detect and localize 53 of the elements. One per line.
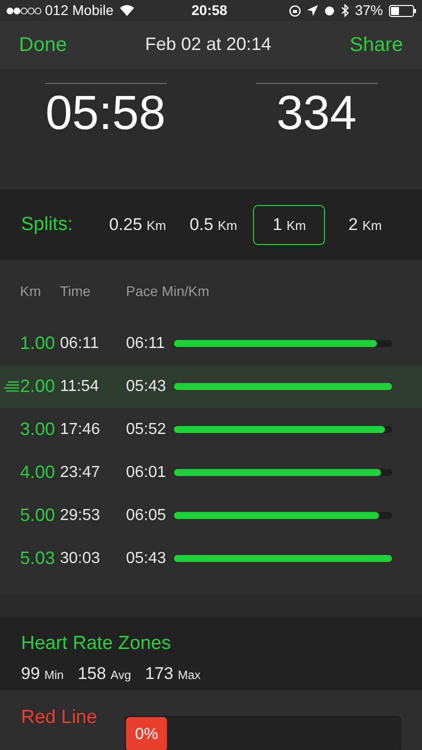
time-value: 11:54 — [60, 376, 100, 397]
pace-value: 06:05 — [126, 506, 168, 526]
location-icon — [306, 5, 318, 16]
battery-percent: 37% — [354, 1, 383, 20]
time-value: 30:03 — [60, 548, 102, 569]
split-row[interactable]: 2.00 11:54 05:43 — [0, 365, 422, 408]
split-row[interactable]: 5.00 29:53 06:05 — [0, 494, 422, 538]
zone-percent: 0% — [126, 717, 168, 750]
lines-icon — [4, 381, 19, 392]
time-value: 23:47 — [60, 462, 102, 483]
pace-value: 06:11 — [126, 334, 166, 354]
split-row[interactable]: 5.03 30:03 05:43 — [0, 537, 422, 580]
clock-time: 20:58 — [192, 1, 228, 20]
stat-value: 05:58 — [45, 90, 166, 138]
km-value: 1.00 — [20, 332, 56, 356]
km-value: 3.00 — [20, 418, 56, 442]
pace-value: 06:01 — [126, 462, 168, 483]
heart-rate-stat: 158 Avg — [78, 662, 132, 685]
split-option[interactable]: 1 Km — [253, 204, 326, 245]
column-header: Pace Min/Km — [126, 282, 210, 301]
carrier-name: 012 Mobile — [45, 1, 114, 20]
split-row[interactable]: 1.00 06:11 06:11 — [0, 322, 422, 366]
split-row[interactable]: 4.00 23:47 06:01 — [0, 451, 422, 494]
km-value: 5.03 — [20, 547, 56, 570]
rotation-lock-icon — [288, 4, 301, 16]
section-title: Heart Rate Zones — [21, 632, 172, 656]
km-value: 5.00 — [20, 504, 56, 528]
signal-icon — [6, 6, 42, 14]
split-option[interactable]: 2 Km — [329, 204, 402, 245]
km-value: 2.00 — [20, 375, 56, 398]
stat-value: 334 — [276, 90, 357, 138]
split-row[interactable]: 3.00 17:46 05:52 — [0, 408, 422, 452]
split-option[interactable]: 0.25 Km — [102, 204, 174, 245]
pace-value: 05:43 — [126, 376, 168, 397]
nav-title: Feb 02 at 20:14 — [144, 33, 272, 56]
share-button[interactable]: Share — [350, 30, 403, 60]
time-value: 29:53 — [60, 506, 102, 526]
zone-name: Red Line — [21, 706, 98, 730]
heart-rate-stat: 173 Max — [145, 662, 201, 685]
wifi-icon — [120, 5, 134, 16]
split-option[interactable]: 0.5 Km — [178, 204, 250, 245]
time-value: 17:46 — [60, 420, 102, 440]
time-value: 06:11 — [60, 334, 100, 354]
km-value: 4.00 — [20, 461, 56, 484]
battery-icon — [389, 4, 416, 16]
bluetooth-icon — [340, 4, 349, 17]
column-header: Time — [60, 282, 92, 301]
done-button[interactable]: Done — [19, 30, 67, 60]
splits-label: Splits: — [21, 212, 74, 237]
heart-rate-stat: 99 Min — [21, 662, 64, 685]
column-header: Km — [20, 282, 42, 301]
pace-value: 05:52 — [126, 420, 168, 440]
pace-value: 05:43 — [126, 548, 168, 569]
